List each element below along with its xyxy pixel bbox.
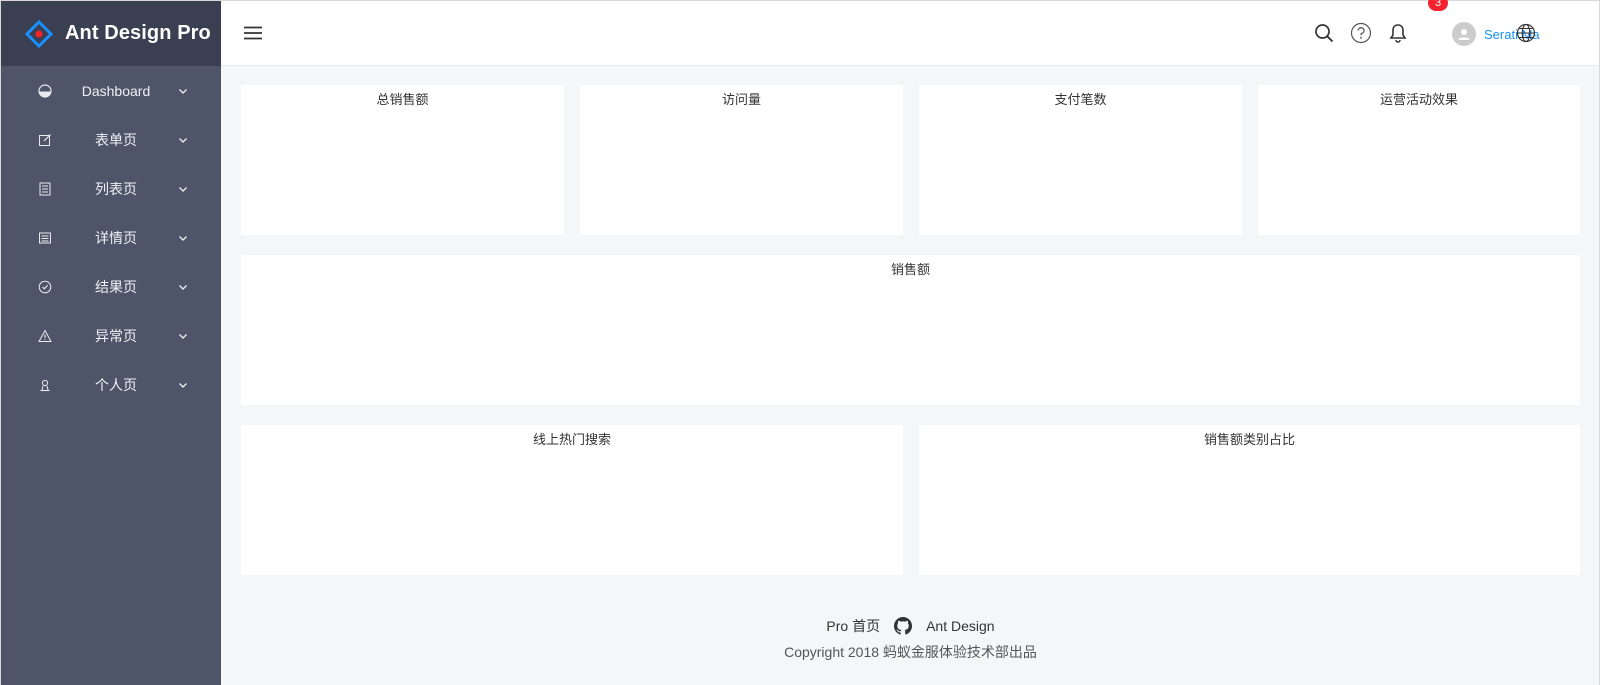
sidebar: Ant Design Pro Dashboard 表单页 列表页 详情页 结果页…: [0, 0, 221, 685]
chevron-down-icon: [177, 379, 189, 391]
card-title: 支付笔数: [1054, 92, 1107, 107]
brand-title: Ant Design Pro: [65, 22, 211, 44]
footer-link-antd[interactable]: Ant Design: [926, 618, 994, 634]
sidebar-item-label: 表单页: [95, 131, 137, 148]
bell-icon[interactable]: [1387, 22, 1409, 44]
card-operations: 运营活动效果: [1258, 85, 1580, 235]
chevron-down-icon: [177, 281, 189, 293]
sidebar-item-result[interactable]: 结果页: [1, 262, 221, 311]
card-hot-search: 线上热门搜索: [241, 425, 903, 575]
card-title: 线上热门搜索: [532, 432, 611, 447]
card-sales: 销售额: [241, 255, 1580, 405]
sidebar-item-dashboard[interactable]: Dashboard: [1, 66, 221, 115]
menu-fold-icon[interactable]: [243, 23, 263, 43]
help-icon[interactable]: [1350, 22, 1372, 44]
avatar: [1452, 22, 1476, 46]
sidebar-item-label: 列表页: [95, 180, 137, 197]
card-sales-category: 销售额类别占比: [919, 425, 1580, 575]
sidebar-item-label: 个人页: [95, 376, 137, 393]
chevron-down-icon: [177, 330, 189, 342]
sidebar-item-label: 异常页: [95, 327, 137, 344]
global-footer: Pro 首页 Ant Design Copyright 2018 蚂蚁金服体验技…: [221, 616, 1600, 662]
card-title: 运营活动效果: [1379, 92, 1458, 107]
sidebar-item-form[interactable]: 表单页: [1, 115, 221, 164]
github-icon[interactable]: [894, 617, 913, 635]
sidebar-menu: Dashboard 表单页 列表页 详情页 结果页 异常页 个人页: [1, 66, 221, 409]
footer-links: Pro 首页 Ant Design: [221, 616, 1600, 636]
chevron-down-icon: [177, 134, 189, 146]
notification-count-badge: 3: [1428, 0, 1448, 11]
sidebar-item-list[interactable]: 列表页: [1, 164, 221, 213]
card-title: 总销售额: [376, 92, 429, 107]
chevron-down-icon: [177, 183, 189, 195]
sidebar-item-profile[interactable]: 详情页: [1, 213, 221, 262]
sidebar-item-label: 结果页: [95, 278, 137, 295]
copyright: Copyright 2018 蚂蚁金服体验技术部出品: [784, 644, 1037, 660]
chevron-down-icon: [177, 232, 189, 244]
card-title: 销售额: [890, 262, 930, 277]
sidebar-item-label: Dashboard: [81, 82, 151, 99]
card-visits: 访问量: [580, 85, 903, 235]
card-total-sales: 总销售额: [241, 85, 564, 235]
sidebar-item-account[interactable]: 个人页: [1, 360, 221, 409]
card-title: 销售额类别占比: [1203, 432, 1295, 447]
chevron-down-icon: [177, 85, 189, 97]
search-icon[interactable]: [1313, 22, 1335, 44]
card-title: 访问量: [721, 92, 761, 107]
brand[interactable]: Ant Design Pro: [1, 1, 221, 66]
globe-icon[interactable]: [1515, 22, 1537, 44]
sidebar-item-exception[interactable]: 异常页: [1, 311, 221, 360]
global-header: 3 Serati Ma: [221, 0, 1600, 66]
logo-icon: [25, 19, 53, 48]
sidebar-item-label: 详情页: [95, 229, 137, 246]
card-payments: 支付笔数: [919, 85, 1242, 235]
footer-link-pro[interactable]: Pro 首页: [826, 616, 880, 636]
